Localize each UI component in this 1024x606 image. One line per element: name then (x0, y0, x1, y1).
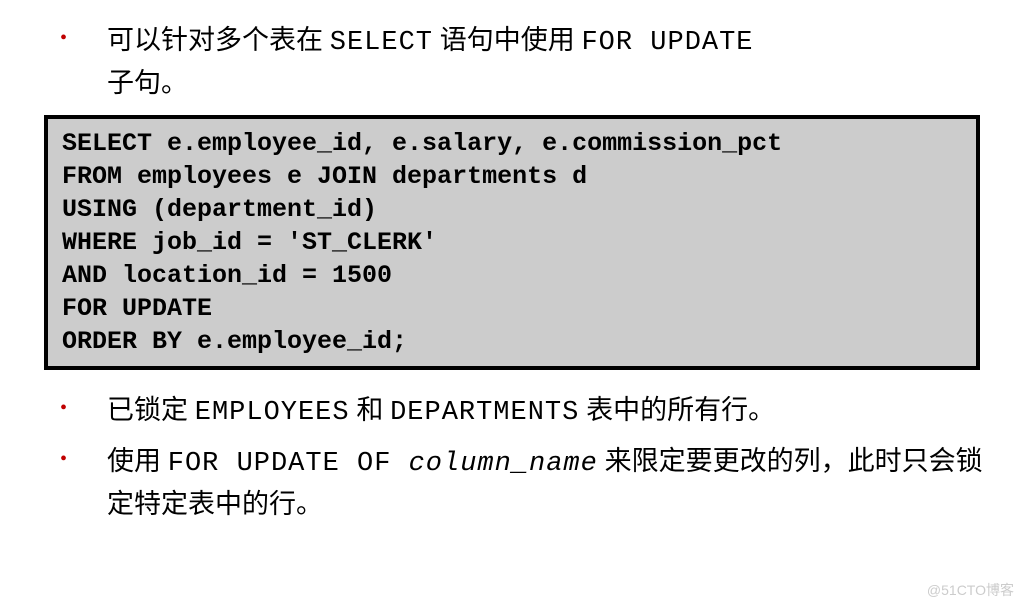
text-segment: 子句。 (107, 68, 188, 98)
code-inline-for-update: FOR UPDATE (581, 28, 753, 58)
text-segment: 表中的所有行。 (579, 395, 775, 425)
bullet-marker-icon: • (60, 390, 67, 426)
bullet-marker-icon: • (60, 441, 67, 477)
bullet-marker-icon: • (60, 20, 67, 56)
bullet-text-3: 使用 FOR UPDATE OF column_name 来限定要更改的列，此时… (107, 441, 984, 524)
bullet-text-1: 可以针对多个表在 SELECT 语句中使用 FOR UPDATE 子句。 (107, 20, 984, 103)
bullet-item-2: • 已锁定 EMPLOYEES 和 DEPARTMENTS 表中的所有行。 (40, 390, 984, 433)
watermark-text: @51CTO博客 (927, 580, 1014, 600)
code-inline-column-name: column_name (409, 449, 598, 479)
bullet-item-3: • 使用 FOR UPDATE OF column_name 来限定要更改的列，… (40, 441, 984, 524)
sql-code-block: SELECT e.employee_id, e.salary, e.commis… (44, 115, 980, 370)
text-segment: 和 (350, 395, 391, 425)
code-inline-departments: DEPARTMENTS (390, 398, 579, 428)
code-inline-employees: EMPLOYEES (195, 398, 350, 428)
text-segment: 可以针对多个表在 (107, 25, 330, 55)
bullet-item-1: • 可以针对多个表在 SELECT 语句中使用 FOR UPDATE 子句。 (40, 20, 984, 103)
code-inline-for-update-of: FOR UPDATE OF (168, 449, 409, 479)
bullet-text-2: 已锁定 EMPLOYEES 和 DEPARTMENTS 表中的所有行。 (107, 390, 984, 433)
code-inline-select: SELECT (330, 28, 433, 58)
text-segment: 已锁定 (107, 395, 195, 425)
text-segment: 语句中使用 (433, 25, 582, 55)
text-segment: 使用 (107, 446, 168, 476)
